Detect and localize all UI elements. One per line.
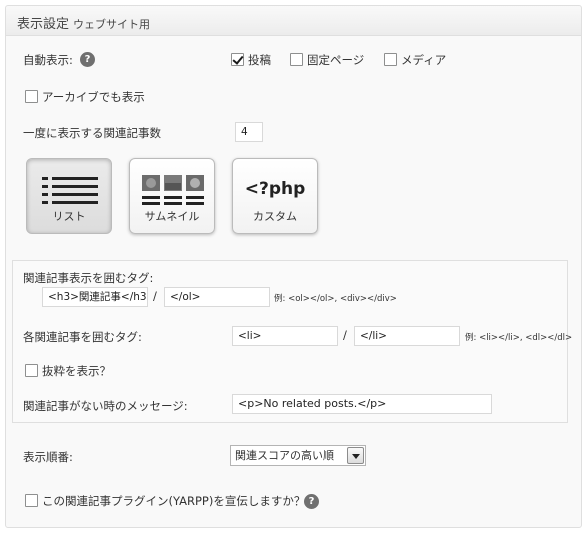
template-custom-label: カスタム <box>253 210 297 223</box>
template-list-label: リスト <box>52 210 86 223</box>
no-results-input[interactable]: <p>No related posts.</p> <box>232 394 492 414</box>
wrap-separator: / <box>153 289 157 303</box>
panel-header: 表示設定 ウェブサイト用 <box>6 6 581 36</box>
list-icon <box>42 177 98 204</box>
media-checkbox[interactable] <box>384 53 397 66</box>
help-icon[interactable]: ? <box>80 52 95 67</box>
archive-checkbox[interactable] <box>25 90 38 103</box>
item-example: 例: <li></li>, <dl></dl> <box>465 333 573 343</box>
panel-title-text: 表示設定 <box>17 17 70 32</box>
order-select[interactable]: 関連スコアの高い順 <box>230 445 366 466</box>
order-label: 表示順番: <box>23 450 73 464</box>
promote-checkbox[interactable] <box>25 494 38 507</box>
template-thumbnail-label: サムネイル <box>144 210 200 223</box>
wrap-example: 例: <ol></ol>, <div></div> <box>274 294 397 304</box>
promote-label: この関連記事プラグイン(YARPP)を宣伝しますか？ <box>42 494 306 508</box>
chevron-down-icon <box>347 447 364 464</box>
page-checkbox[interactable] <box>290 53 303 66</box>
no-results-label: 関連記事がない時のメッセージ: <box>23 399 188 413</box>
post-checkbox[interactable] <box>231 53 244 66</box>
excerpt-label: 抜粋を表示？ <box>42 364 111 378</box>
post-label: 投稿 <box>248 53 271 67</box>
item-separator: / <box>343 328 347 342</box>
order-select-value: 関連スコアの高い順 <box>235 449 334 462</box>
media-label: メディア <box>401 53 447 67</box>
archive-label: アーカイブでも表示 <box>42 90 145 104</box>
item-tag-label: 各関連記事を囲むタグ: <box>23 330 142 344</box>
excerpt-checkbox[interactable] <box>25 364 38 377</box>
auto-display-label: 自動表示: <box>23 53 73 67</box>
item-open-input[interactable]: <li> <box>232 326 338 346</box>
template-thumbnail-button[interactable]: サムネイル <box>129 158 215 234</box>
wrap-close-input[interactable]: </ol> <box>164 287 270 307</box>
php-icon: <?php <box>244 179 306 199</box>
template-list-button[interactable]: リスト <box>26 158 112 234</box>
thumbnails-icon <box>142 175 204 205</box>
count-label: 一度に表示する関連記事数 <box>23 126 161 140</box>
item-close-input[interactable]: </li> <box>354 326 460 346</box>
help-icon[interactable]: ? <box>304 494 319 509</box>
template-custom-button[interactable]: <?php カスタム <box>232 158 318 234</box>
panel-title: 表示設定 ウェブサイト用 <box>17 13 150 32</box>
count-input[interactable]: 4 <box>235 122 263 142</box>
wrap-open-input[interactable]: <h3>関連記事</h3><ol> <box>42 287 148 307</box>
page-label: 固定ページ <box>307 53 365 67</box>
panel-subtitle: ウェブサイト用 <box>73 18 151 31</box>
wrap-tag-label: 関連記事表示を囲むタグ: <box>23 271 154 285</box>
